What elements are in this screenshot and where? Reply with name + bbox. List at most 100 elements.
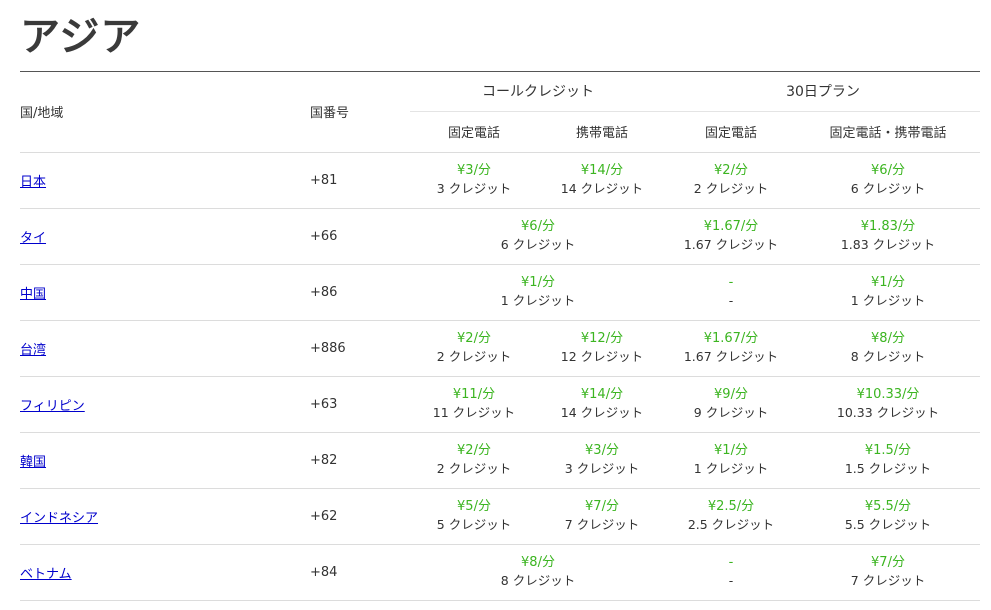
country-link[interactable]: 台湾 <box>20 343 46 358</box>
plan-both-rate: ¥1.83/分 1.83 クレジット <box>796 208 981 265</box>
rate-price: ¥9/分 <box>714 387 748 402</box>
rate-price: ¥14/分 <box>580 163 624 178</box>
rate-credit: 14 クレジット <box>560 405 644 420</box>
rate-credit: 14 クレジット <box>560 181 644 196</box>
landline-rate: ¥2/分 2 クレジット <box>410 320 538 377</box>
plan-landline-rate: ¥1.67/分 1.67 クレジット <box>666 320 796 377</box>
rate-price: ¥10.33/分 <box>856 387 920 402</box>
plan-landline-rate: ¥1.67/分 1.67 クレジット <box>666 208 796 265</box>
table-row: フィリピン +63 ¥11/分 11 クレジット ¥14/分 14 クレジット ¥9… <box>20 376 981 433</box>
rate-price: ¥1.67/分 <box>703 219 759 234</box>
rate-price: - <box>728 555 734 570</box>
rate-credit: 5.5 クレジット <box>844 517 932 532</box>
country-link[interactable]: タイ <box>20 231 46 246</box>
landline-rate: ¥3/分 3 クレジット <box>410 152 538 209</box>
rate-credit: 3 クレジット <box>564 461 640 476</box>
rate-credit: - <box>728 573 734 588</box>
rate-price: ¥1/分 <box>521 275 555 290</box>
rate-price: ¥12/分 <box>580 331 624 346</box>
table-row: 台湾 +886 ¥2/分 2 クレジット ¥12/分 12 クレジット ¥1.67/… <box>20 320 981 377</box>
country-link[interactable]: フィリピン <box>20 399 85 414</box>
landline-rate: ¥11/分 11 クレジット <box>410 376 538 433</box>
rate-credit: 1 クレジット <box>500 293 576 308</box>
rate-credit: 2.5 クレジット <box>687 517 775 532</box>
rate-price: ¥3/分 <box>585 443 619 458</box>
column-header-plan-both: 固定電話・携帯電話 <box>796 111 981 153</box>
rate-credit: 6 クレジット <box>500 237 576 252</box>
rate-credit: - <box>728 293 734 308</box>
plan-landline-rate: ¥9/分 9 クレジット <box>666 376 796 433</box>
country-link[interactable]: 日本 <box>20 175 46 190</box>
rate-credit: 9 クレジット <box>693 405 769 420</box>
rate-price: ¥7/分 <box>585 499 619 514</box>
rate-credit: 6 クレジット <box>850 181 926 196</box>
table-row: ベトナム +84 ¥8/分 8 クレジット -- ¥7/分 7 クレジット <box>20 544 981 601</box>
rate-price: ¥1.83/分 <box>860 219 916 234</box>
country-link[interactable]: インドネシア <box>20 511 98 526</box>
column-group-30day-plan: 30日プラン <box>666 72 981 112</box>
table-row: 韓国 +82 ¥2/分 2 クレジット ¥3/分 3 クレジット ¥1/分 1 クレジ… <box>20 432 981 489</box>
rate-credit: 1 クレジット <box>850 293 926 308</box>
country-code: +86 <box>310 264 410 321</box>
country-code: +82 <box>310 432 410 489</box>
mobile-rate: ¥3/分 3 クレジット <box>538 432 666 489</box>
landline-rate: ¥2/分 2 クレジット <box>410 432 538 489</box>
landline-rate: ¥5/分 5 クレジット <box>410 488 538 545</box>
plan-landline-rate: -- <box>666 264 796 321</box>
rate-price: ¥2.5/分 <box>707 499 755 514</box>
rate-credit: 2 クレジット <box>693 181 769 196</box>
country-code: +81 <box>310 152 410 209</box>
rate-credit: 10.33 クレジット <box>836 405 940 420</box>
mobile-rate: ¥14/分 14 クレジット <box>538 152 666 209</box>
plan-both-rate: ¥1/分 1 クレジット <box>796 264 981 321</box>
rate-credit: 1.67 クレジット <box>683 349 779 364</box>
plan-both-rate: ¥1.5/分 1.5 クレジット <box>796 432 981 489</box>
rate-price: ¥8/分 <box>871 331 905 346</box>
rate-credit: 5 クレジット <box>436 517 512 532</box>
rate-credit: 8 クレジット <box>850 349 926 364</box>
table-row: タイ +66 ¥6/分 6 クレジット ¥1.67/分 1.67 クレジット ¥1.… <box>20 208 981 265</box>
country-link[interactable]: 中国 <box>20 287 46 302</box>
call-credit-rate: ¥6/分 6 クレジット <box>410 208 666 265</box>
rate-credit: 1.83 クレジット <box>840 237 936 252</box>
column-header-plan-landline: 固定電話 <box>666 111 796 153</box>
country-link[interactable]: 韓国 <box>20 455 46 470</box>
rate-credit: 12 クレジット <box>560 349 644 364</box>
country-code: +66 <box>310 208 410 265</box>
rates-table: 国/地域 国番号 コールクレジット 30日プラン 固定電話 携帯電話 固定電話 … <box>20 72 981 601</box>
rate-price: ¥2/分 <box>457 331 491 346</box>
rate-price: ¥1/分 <box>871 275 905 290</box>
rate-price: ¥6/分 <box>871 163 905 178</box>
rate-price: ¥14/分 <box>580 387 624 402</box>
country-code: +84 <box>310 544 410 601</box>
rate-price: ¥11/分 <box>452 387 496 402</box>
rate-price: ¥1.5/分 <box>864 443 912 458</box>
rate-price: ¥1/分 <box>714 443 748 458</box>
country-link[interactable]: ベトナム <box>20 567 72 582</box>
mobile-rate: ¥12/分 12 クレジット <box>538 320 666 377</box>
mobile-rate: ¥7/分 7 クレジット <box>538 488 666 545</box>
rate-credit: 1.67 クレジット <box>683 237 779 252</box>
plan-landline-rate: -- <box>666 544 796 601</box>
rate-price: ¥2/分 <box>714 163 748 178</box>
plan-both-rate: ¥10.33/分 10.33 クレジット <box>796 376 981 433</box>
table-header: 国/地域 国番号 コールクレジット 30日プラン 固定電話 携帯電話 固定電話 … <box>20 72 981 153</box>
rate-price: ¥8/分 <box>521 555 555 570</box>
column-header-landline: 固定電話 <box>410 111 538 153</box>
rate-price: - <box>728 275 734 290</box>
call-credit-rate: ¥1/分 1 クレジット <box>410 264 666 321</box>
plan-both-rate: ¥8/分 8 クレジット <box>796 320 981 377</box>
rate-credit: 2 クレジット <box>436 349 512 364</box>
rate-price: ¥1.67/分 <box>703 331 759 346</box>
rate-credit: 7 クレジット <box>564 517 640 532</box>
column-header-mobile: 携帯電話 <box>538 111 666 153</box>
rate-credit: 3 クレジット <box>436 181 512 196</box>
rate-credit: 11 クレジット <box>432 405 516 420</box>
country-code: +62 <box>310 488 410 545</box>
rate-credit: 1 クレジット <box>693 461 769 476</box>
column-header-code: 国番号 <box>310 72 410 153</box>
table-body: 日本 +81 ¥3/分 3 クレジット ¥14/分 14 クレジット ¥2/分 2 ク… <box>20 152 981 601</box>
table-row: 日本 +81 ¥3/分 3 クレジット ¥14/分 14 クレジット ¥2/分 2 ク… <box>20 152 981 209</box>
rate-credit: 8 クレジット <box>500 573 576 588</box>
rate-price: ¥5.5/分 <box>864 499 912 514</box>
